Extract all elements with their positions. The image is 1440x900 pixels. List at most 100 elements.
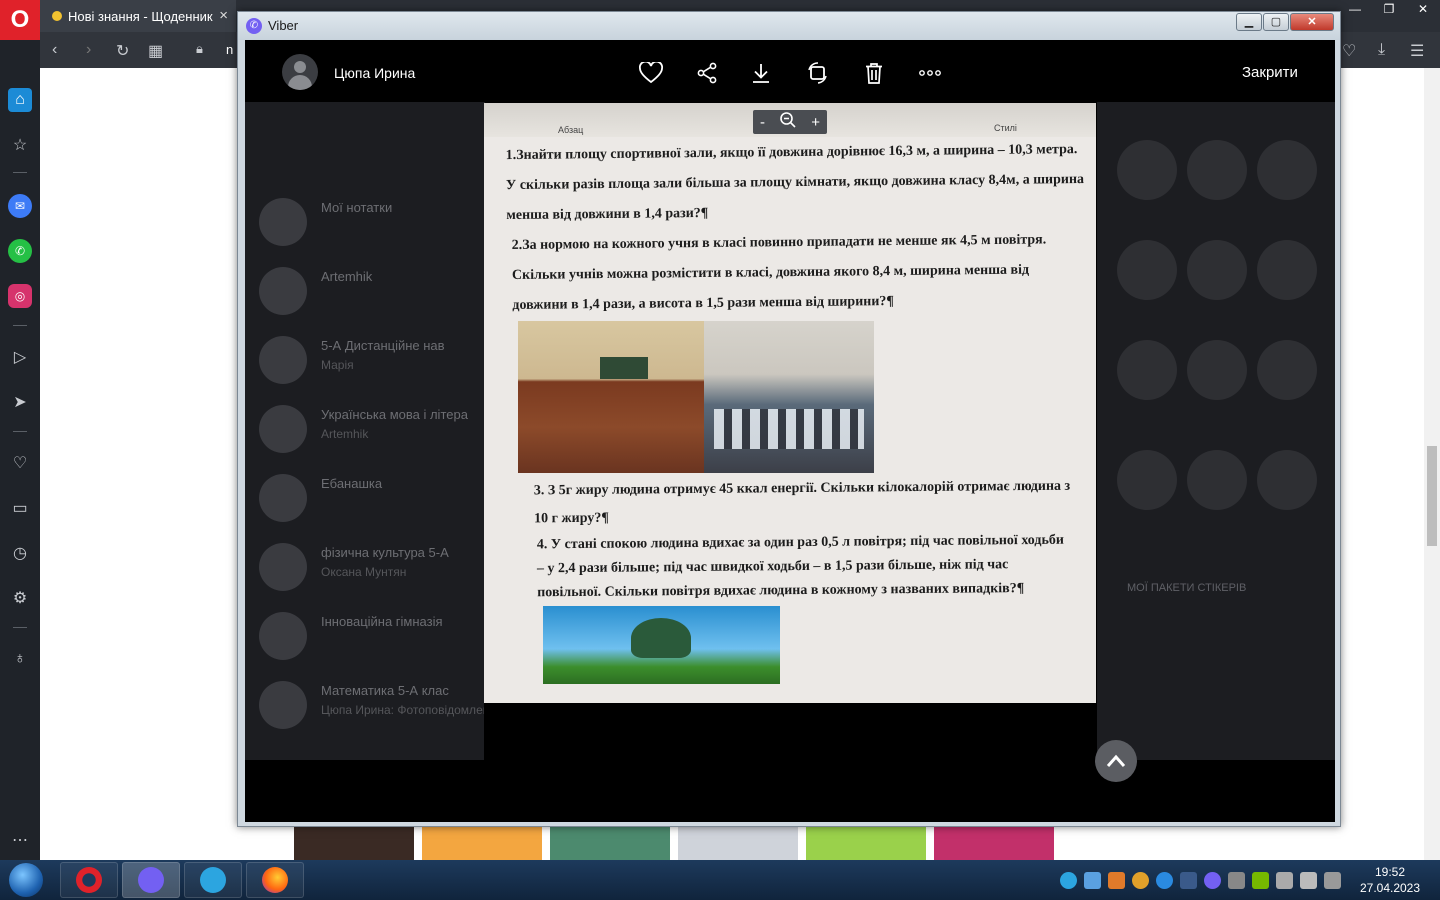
- browser-maximize-button[interactable]: ❐: [1372, 0, 1406, 18]
- tray-viber-icon[interactable]: [1204, 872, 1221, 889]
- viber-window: ✆ Viber ▁ ▢ ✕ Мої нотатки Artemhik 5-А Д…: [237, 11, 1341, 827]
- page-scrollbar[interactable]: [1424, 68, 1440, 860]
- close-viewer-button[interactable]: Закрити: [1242, 64, 1298, 81]
- thumbnail[interactable]: [422, 826, 542, 860]
- stickers-label: МОЇ ПАКЕТИ СТІКЕРІВ: [1127, 582, 1247, 594]
- browser-minimize-button[interactable]: —: [1338, 0, 1372, 18]
- tray-nvidia-icon[interactable]: [1252, 872, 1269, 889]
- viber-maximize-button[interactable]: ▢: [1263, 13, 1289, 31]
- task-4-text: 4. У стані спокою людина вдихає за один …: [536, 532, 1064, 601]
- taskbar-firefox[interactable]: [246, 862, 304, 898]
- more-icon[interactable]: ⋯: [8, 828, 32, 852]
- viber-minimize-button[interactable]: ▁: [1236, 13, 1262, 31]
- browser-window-controls: — ❐ ✕: [1338, 0, 1440, 18]
- tab-favicon-icon: [52, 11, 62, 21]
- tray-app-icon[interactable]: [1156, 872, 1173, 889]
- tab-title: Нові знання - Щоденник: [68, 8, 213, 24]
- system-tray: [1060, 872, 1341, 889]
- list-item: 5-А Дистанційне нав Марія: [259, 332, 479, 388]
- tabs-grid-icon[interactable]: ▦: [148, 41, 163, 61]
- home-icon[interactable]: ⌂: [8, 88, 32, 112]
- send-icon[interactable]: ➤: [8, 390, 32, 414]
- settings-icon[interactable]: ⚙: [8, 586, 32, 610]
- player-icon[interactable]: ▷: [8, 345, 32, 369]
- lock-icon: 🔒︎: [196, 41, 203, 56]
- bookmark-heart-icon[interactable]: ♡: [1342, 41, 1356, 61]
- list-item: Artemhik: [259, 263, 479, 319]
- list-item: фізична культура 5-А Оксана Мунтян: [259, 539, 479, 595]
- photo-bottom-shadow: [484, 703, 1096, 760]
- tray-app-icon[interactable]: [1108, 872, 1125, 889]
- tray-volume-icon[interactable]: [1276, 872, 1293, 889]
- rotate-icon[interactable]: [805, 60, 831, 86]
- more-options-icon[interactable]: [917, 60, 943, 86]
- thumbnail[interactable]: [550, 826, 670, 860]
- browser-close-button[interactable]: ✕: [1406, 0, 1440, 18]
- page-thumbnails: [294, 826, 1064, 860]
- history-icon[interactable]: ◷: [8, 541, 32, 565]
- list-item: Математика 5-А клас Цюпа Ирина: Фотоповід…: [259, 677, 503, 733]
- tray-display-icon[interactable]: [1324, 872, 1341, 889]
- thumbnail[interactable]: [806, 826, 926, 860]
- list-item: Інноваційна гімназія: [259, 608, 479, 664]
- browser-tab[interactable]: Нові знання - Щоденник ×: [40, 0, 236, 32]
- viber-logo-icon: ✆: [246, 18, 262, 34]
- viber-close-button[interactable]: ✕: [1290, 13, 1334, 31]
- tray-app-icon[interactable]: [1132, 872, 1149, 889]
- zoom-in-button[interactable]: +: [811, 114, 820, 131]
- delete-trash-icon[interactable]: [861, 60, 887, 86]
- instagram-icon[interactable]: ◎: [8, 284, 32, 308]
- thumbnail[interactable]: [934, 826, 1054, 860]
- thumbnail[interactable]: [294, 826, 414, 860]
- list-item: Українська мова і літера Artemhik: [259, 401, 479, 457]
- tab-close-icon[interactable]: ×: [219, 7, 228, 24]
- viewer-bottom-bar: [245, 760, 1335, 822]
- viber-window-title: Viber: [268, 18, 299, 33]
- reload-icon[interactable]: ↻: [116, 41, 129, 61]
- zoom-out-button[interactable]: -: [760, 114, 765, 131]
- classroom-image: [518, 321, 874, 473]
- forward-icon[interactable]: ›: [86, 41, 91, 59]
- messenger-icon[interactable]: ✉: [8, 194, 32, 218]
- tray-app-icon[interactable]: [1084, 872, 1101, 889]
- taskbar-opera[interactable]: [60, 862, 118, 898]
- star-icon[interactable]: ☆: [8, 133, 32, 157]
- back-icon[interactable]: ‹: [52, 41, 57, 59]
- background-chat-list: Мої нотатки Artemhik 5-А Дистанційне нав…: [245, 100, 503, 760]
- heart-icon[interactable]: ♡: [8, 451, 32, 475]
- tray-telegram-icon[interactable]: [1060, 872, 1077, 889]
- task-3-text: 3. З 5г жиру людина отримує 45 ккал енер…: [533, 478, 1071, 527]
- opera-icon: [76, 867, 102, 893]
- firefox-icon: [262, 867, 288, 893]
- taskbar-clock[interactable]: 19:52 27.04.2023: [1352, 864, 1428, 896]
- share-icon[interactable]: [694, 60, 720, 86]
- tray-app-icon[interactable]: [1180, 872, 1197, 889]
- taskbar-telegram[interactable]: [184, 862, 242, 898]
- windows-logo-icon: [9, 863, 43, 897]
- url-text[interactable]: n: [226, 42, 233, 57]
- telegram-icon: [200, 867, 226, 893]
- bulb-icon[interactable]: ♁: [8, 647, 32, 671]
- opera-logo-icon[interactable]: O: [0, 0, 40, 40]
- thumbnail[interactable]: [678, 826, 798, 860]
- whatsapp-icon[interactable]: ✆: [8, 239, 32, 263]
- clock-time: 19:52: [1374, 865, 1406, 879]
- taskbar-viber[interactable]: [122, 862, 180, 898]
- scroll-to-top-button[interactable]: [1095, 740, 1137, 782]
- tray-network-icon[interactable]: [1228, 872, 1245, 889]
- task-1-text: 1.Знайти площу спортивної зали, якщо її …: [505, 142, 1085, 224]
- viewed-photo[interactable]: Абзац Стилі 1.Знайти площу спортивної за…: [484, 103, 1096, 703]
- background-sticker-panel: МОЇ ПАКЕТИ СТІКЕРІВ: [1097, 100, 1335, 760]
- like-heart-icon[interactable]: [638, 60, 664, 86]
- download-icon[interactable]: ⤓: [1378, 41, 1385, 59]
- viewer-header: Цюпа Ирина Закрити: [245, 40, 1335, 102]
- tray-flag-icon[interactable]: [1300, 872, 1317, 889]
- page-scroll-thumb[interactable]: [1427, 446, 1437, 546]
- task-2-text: 2.За нормою на кожного учня в класі пови…: [511, 232, 1047, 314]
- devices-icon[interactable]: ▭: [8, 496, 32, 520]
- download-icon[interactable]: [748, 60, 774, 86]
- start-button[interactable]: [4, 862, 48, 898]
- clock-date: 27.04.2023: [1359, 881, 1421, 895]
- sender-name: Цюпа Ирина: [334, 65, 416, 81]
- easy-setup-icon[interactable]: ☰: [1410, 41, 1424, 61]
